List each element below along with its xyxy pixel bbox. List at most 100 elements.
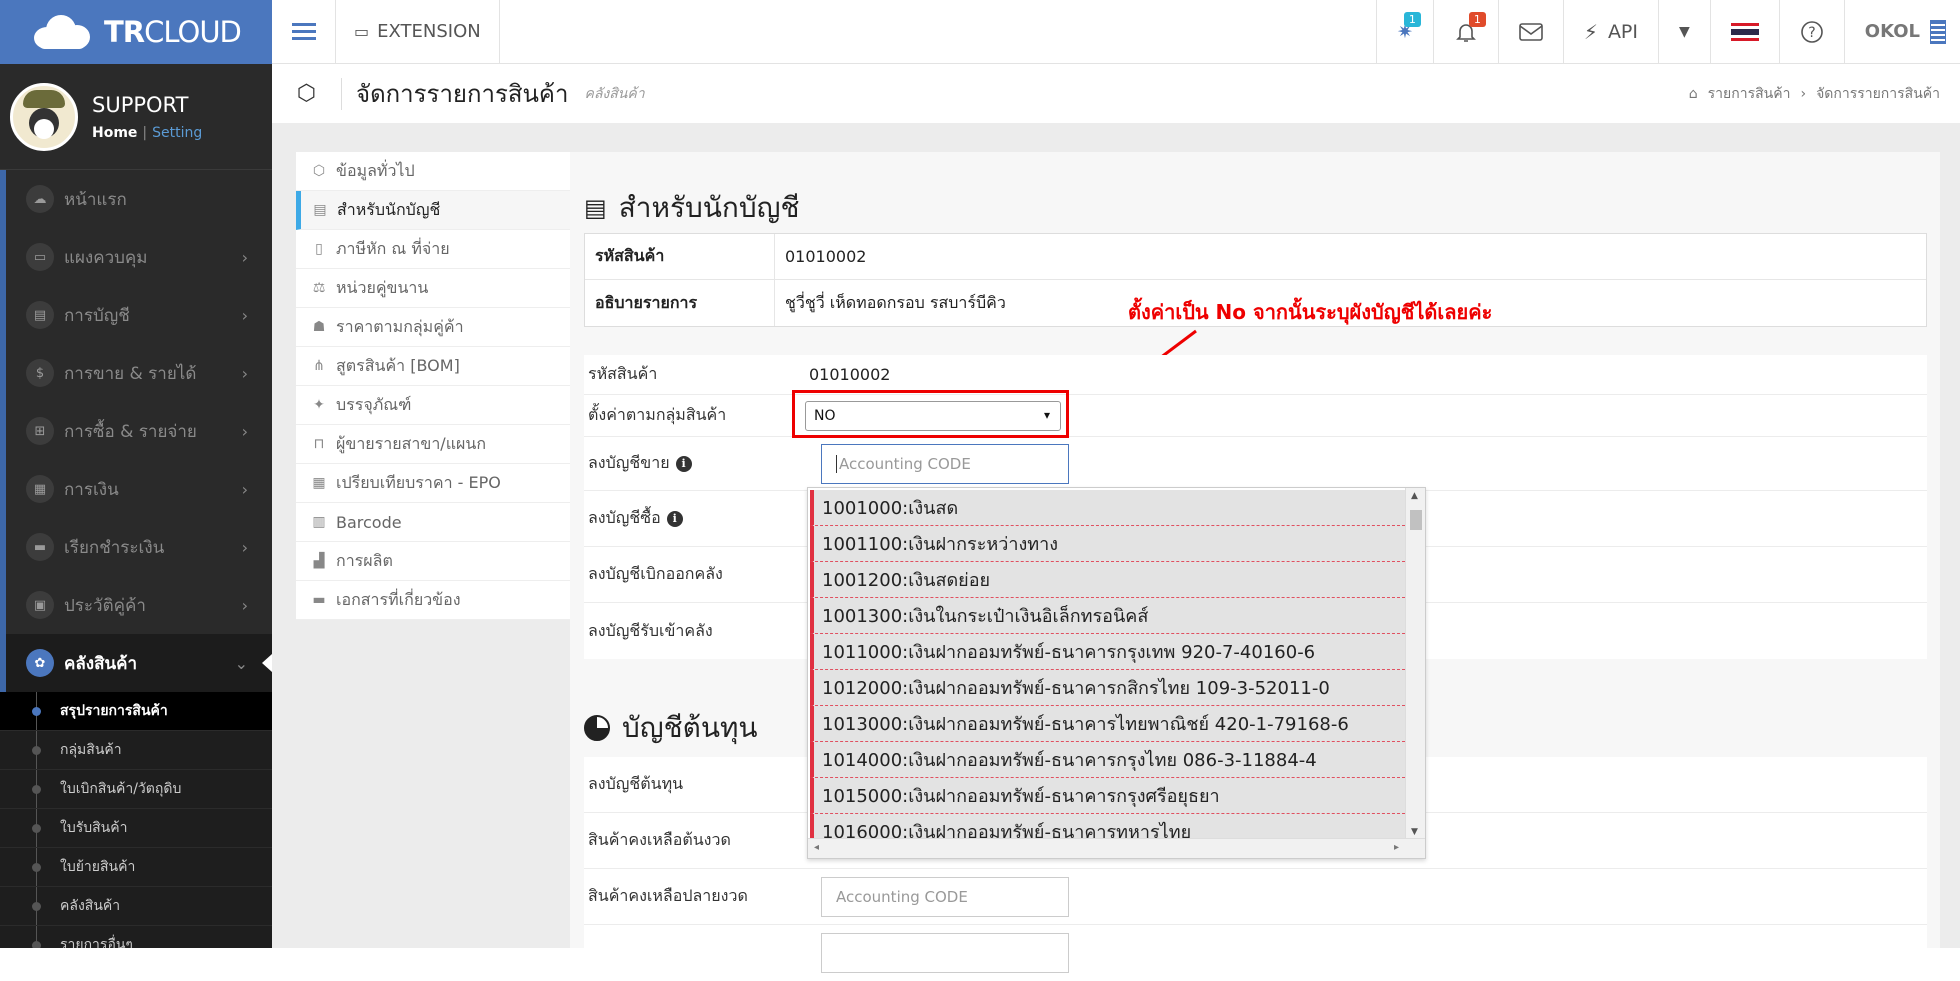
tab-related-documents[interactable]: ▬ เอกสารที่เกี่ยวข้อง [296,581,570,620]
dropdown-toggle[interactable]: ▼ [1658,0,1710,64]
info-icon[interactable]: i [666,510,683,527]
sidebar-item-purchases[interactable]: ⊞ การซื้อ & รายจ่าย › [0,402,272,460]
sidebar-item-billing[interactable]: ▬ เรียกชำระเงิน › [0,518,272,576]
submenu-item-transfer[interactable]: ใบย้ายสินค้า [0,848,272,887]
sidebar-item-dashboard[interactable]: ▭ แผงควบคุม › [0,228,272,286]
form-row-product-code: รหัสสินค้า 01010002 [584,355,1927,395]
tab-withholding-tax[interactable]: ▯ ภาษีหัก ณ ที่จ่าย [296,230,570,269]
closing-stock-input[interactable]: Accounting CODE [821,876,1069,917]
submenu-item-goods-receipt[interactable]: ใบรับสินค้า [0,809,272,848]
dollar-icon: $ [26,359,54,387]
product-tabs: ⬡ ข้อมูลทั่วไป ▤ สำหรับนักบัญชี ▯ ภาษีหัก ณ… [296,152,570,620]
language-switch[interactable] [1709,0,1779,64]
section-title-cost: บัญชีต้นทุน [584,706,758,750]
tab-barcode[interactable]: ▥ Barcode [296,503,570,542]
list-item[interactable]: 1011000:เงินฝากออมทรัพย์-ธนาคารกรุงเทพ 9… [810,634,1405,670]
book-icon: ▤ [26,301,54,329]
sidebar-item-sales[interactable]: $ การขาย & รายได้ › [0,344,272,402]
scroll-left-icon[interactable]: ◂ [814,842,819,853]
list-item[interactable]: 1014000:เงินฝากออมทรัพย์-ธนาคารกรุงไทย 0… [810,742,1405,778]
scroll-up-icon[interactable]: ▲ [1411,491,1418,501]
page-title: จัดการรายการสินค้า [356,80,569,108]
table-row: รหัสสินค้า 01010002 [585,234,1926,280]
avatar[interactable] [10,82,78,151]
chevron-right-icon: › [241,595,248,615]
account-dropdown-list: 1001000:เงินสด 1001100:เงินฝากระหว่างทาง… [807,487,1426,859]
submenu-item-warehouse[interactable]: คลังสินค้า [0,887,272,926]
table-icon: ▦ [312,475,326,491]
cloud-icon [30,13,94,51]
submenu-item-other[interactable]: รายการอื่นๆ [0,926,272,948]
tab-branch-vendors[interactable]: ⊓ ผู้ขายรายสาขา/แผนก [296,425,570,464]
top-bar: ▭ EXTENSION ✷ 1 1 ⚡ API ▼ ? OKOL [272,0,1960,64]
caret-down-icon: ▼ [1679,23,1690,40]
horizontal-scrollbar[interactable]: ◂ ▸ [808,838,1425,858]
sidebar-item-finance[interactable]: ▦ การเงิน › [0,460,272,518]
info-icon[interactable]: i [675,455,692,472]
submenu-item-product-groups[interactable]: กลุ่มสินค้า [0,731,272,770]
notification-button[interactable]: 1 [1432,0,1498,64]
scroll-down-icon[interactable]: ▼ [1411,827,1418,837]
building-icon [1930,19,1946,44]
brand-logo[interactable]: TRCLOUD [0,0,272,64]
user-profile: SUPPORT Home | Setting [0,64,272,170]
thai-flag-icon [1730,22,1759,41]
api-button[interactable]: ⚡ API [1562,0,1658,64]
chevron-right-icon: › [241,421,248,441]
list-item[interactable]: 1001100:เงินฝากระหว่างทาง [810,526,1405,562]
sidebar-item-inventory[interactable]: ✿ คลังสินค้า ⌄ [0,634,272,692]
list-item[interactable]: 1001300:เงินในกระเป๋าเงินอิเล็กทรอนิคส์ [810,598,1405,634]
list-item[interactable]: 1015000:เงินฝากออมทรัพย์-ธนาคารกรุงศรีอย… [810,778,1405,814]
list-item[interactable]: 1012000:เงินฝากออมทรัพย์-ธนาคารกสิกรไทย … [810,670,1405,706]
announcement-button[interactable]: ✷ 1 [1375,0,1433,64]
tab-parallel-units[interactable]: ⚖ หน่วยคู่ขนาน [296,269,570,308]
cart-icon: ⊓ [313,436,325,452]
tab-packaging[interactable]: ✦ บรรจุภัณฑ์ [296,386,570,425]
list-item[interactable]: 1013000:เงินฝากออมทรัพย์-ธนาคารไทยพาณิชย… [810,706,1405,742]
list-item[interactable]: 1001200:เงินสดย่อย [810,562,1405,598]
chevron-right-icon: › [241,363,248,383]
setting-link[interactable]: Setting [152,125,202,141]
cloud-icon: ☁ [26,185,54,213]
mail-button[interactable] [1497,0,1563,64]
plug-icon: ⚡ [1583,19,1598,44]
question-circle-icon: ? [1800,20,1823,43]
hamburger-menu-icon[interactable] [272,0,336,64]
sales-account-input[interactable]: Accounting CODE [821,443,1069,484]
cubes-icon: ✿ [26,649,54,677]
tab-general[interactable]: ⬡ ข้อมูลทั่วไป [296,152,570,191]
chevron-right-icon: › [241,537,248,557]
logo-text: TRCLOUD [104,15,242,49]
list-item[interactable]: 1001000:เงินสด [810,490,1405,526]
scrollbar-thumb[interactable] [1410,510,1422,530]
sidebar-item-partner-history[interactable]: ▣ ประวัติคู่ค้า › [0,576,272,634]
cube-icon: ⬡ [272,77,342,110]
profile-name: SUPPORT [92,92,189,117]
chevron-right-icon: › [241,479,248,499]
submenu-item-requisition[interactable]: ใบเบิกสินค้า/วัตถุดิบ [0,770,272,809]
vertical-scrollbar[interactable]: ▲ ▼ [1405,488,1425,840]
sidebar-item-home[interactable]: ☁ หน้าแรก [0,170,272,228]
help-button[interactable]: ? [1778,0,1844,64]
tab-partner-group-price[interactable]: ☗ ราคาตามกลุ่มคู่ค้า [296,308,570,347]
breadcrumb: ⌂ รายการสินค้า › จัดการรายการสินค้า [1689,83,1940,105]
sidebar-item-accounting[interactable]: ▤ การบัญชี › [0,286,272,344]
breadcrumb-products[interactable]: รายการสินค้า [1708,83,1791,105]
extension-button[interactable]: ▭ EXTENSION [336,0,500,64]
book-icon: ▤ [313,202,327,218]
cube-icon: ⬡ [312,163,326,179]
submenu-item-product-summary[interactable]: สรุปรายการสินค้า [0,692,272,731]
cart-icon: ⊞ [26,417,54,445]
user-menu[interactable]: OKOL [1843,0,1960,64]
book-icon: ▤ [584,194,607,222]
home-link[interactable]: Home [92,125,137,141]
tab-bom[interactable]: ⋔ สูตรสินค้า [BOM] [296,347,570,386]
tab-price-comparison[interactable]: ▦ เปรียบเทียบราคา - EPO [296,464,570,503]
scroll-right-icon[interactable]: ▸ [1394,842,1399,853]
monitor-icon: ▭ [26,243,54,271]
tab-production[interactable]: ▟ การผลิต [296,542,570,581]
partial-input[interactable] [821,933,1069,973]
tab-accountant[interactable]: ▤ สำหรับนักบัญชี [296,191,570,230]
industry-icon: ▟ [313,553,325,569]
notification-badge: 1 [1468,11,1486,27]
